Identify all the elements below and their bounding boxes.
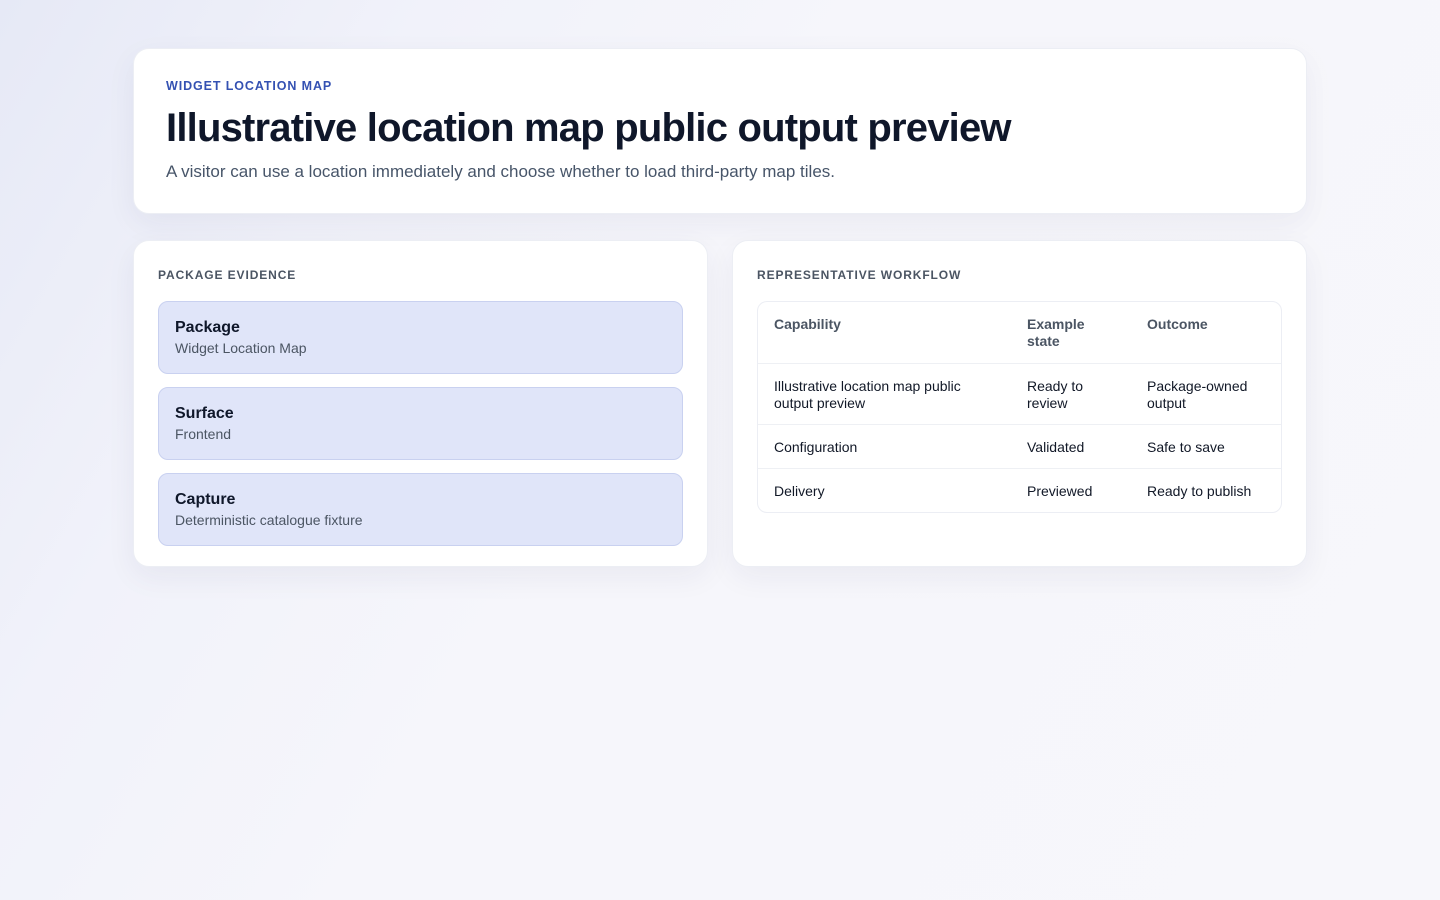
table-row: Delivery Previewed Ready to publish bbox=[758, 468, 1281, 512]
evidence-item-value: Widget Location Map bbox=[175, 340, 307, 356]
evidence-item-capture: Capture Deterministic catalogue fixture bbox=[158, 473, 683, 546]
workflow-heading: REPRESENTATIVE WORKFLOW bbox=[757, 268, 962, 282]
content-columns: PACKAGE EVIDENCE Package Widget Location… bbox=[133, 240, 1307, 567]
evidence-item-label: Surface bbox=[175, 405, 234, 422]
evidence-item-package: Package Widget Location Map bbox=[158, 301, 683, 374]
workflow-table: Capability Example state Outcome Illustr… bbox=[758, 302, 1281, 512]
eyebrow-label: WIDGET LOCATION MAP bbox=[166, 79, 333, 93]
page-title: Illustrative location map public output … bbox=[166, 106, 1012, 150]
evidence-item-value: Deterministic catalogue fixture bbox=[175, 512, 363, 528]
evidence-list: Package Widget Location Map Surface Fron… bbox=[158, 301, 683, 546]
page-subtitle: A visitor can use a location immediately… bbox=[166, 162, 836, 181]
table-cell-capability: Configuration bbox=[758, 424, 1011, 469]
table-cell-capability: Delivery bbox=[774, 482, 825, 499]
table-cell-example-state: Ready to review bbox=[1011, 363, 1131, 425]
package-evidence-card: PACKAGE EVIDENCE Package Widget Location… bbox=[133, 240, 708, 567]
table-cell-outcome: Ready to publish bbox=[1147, 482, 1252, 499]
table-header-row: Capability Example state Outcome bbox=[758, 302, 1281, 364]
column-header-example-state: Example state bbox=[1011, 302, 1131, 364]
table-row: Configuration Validated Safe to save bbox=[758, 424, 1281, 469]
table-cell-outcome: Package-owned output bbox=[1131, 363, 1281, 425]
table-cell-example-state: Previewed bbox=[1027, 482, 1093, 499]
evidence-item-value: Frontend bbox=[175, 426, 232, 442]
column-header-outcome: Outcome bbox=[1131, 302, 1281, 364]
column-header-capability: Capability bbox=[758, 302, 1011, 364]
package-evidence-heading: PACKAGE EVIDENCE bbox=[158, 268, 297, 282]
workflow-table-container: Capability Example state Outcome Illustr… bbox=[757, 301, 1282, 513]
table-cell-outcome: Safe to save bbox=[1131, 424, 1281, 469]
header-card: WIDGET LOCATION MAP Illustrative locatio… bbox=[133, 48, 1307, 214]
evidence-item-label: Package bbox=[175, 319, 240, 336]
table-cell-capability: Illustrative location map public output … bbox=[758, 363, 1011, 425]
evidence-item-label: Capture bbox=[175, 491, 236, 508]
page: WIDGET LOCATION MAP Illustrative locatio… bbox=[133, 48, 1307, 567]
evidence-item-surface: Surface Frontend bbox=[158, 387, 683, 460]
table-cell-example-state: Validated bbox=[1011, 424, 1131, 469]
representative-workflow-card: REPRESENTATIVE WORKFLOW Capability Examp… bbox=[732, 240, 1307, 567]
table-row: Illustrative location map public output … bbox=[758, 363, 1281, 425]
